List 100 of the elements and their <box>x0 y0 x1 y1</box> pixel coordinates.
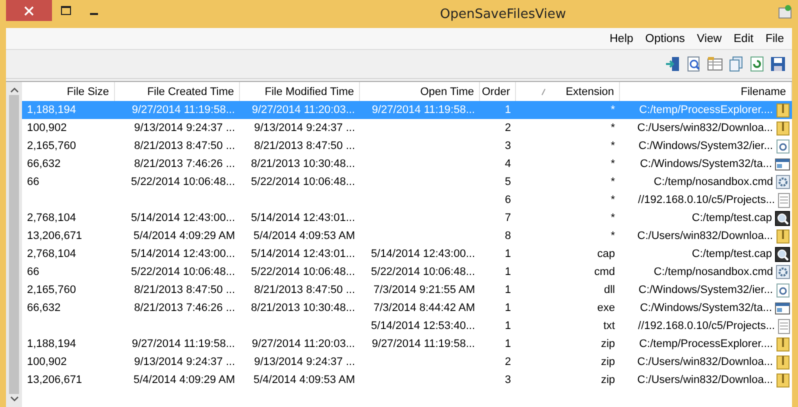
zip-folder-icon <box>776 102 790 118</box>
table-cell: 1 <box>504 104 511 116</box>
table-cell: 5/22/2014 10:06:48... <box>131 176 235 188</box>
table-cell: C:/Windows/System32/ta... <box>640 302 772 314</box>
menu-item[interactable]: Options <box>645 31 685 49</box>
table-cell: 1 <box>504 320 511 332</box>
table-cell: 5/4/2014 4:09:29 AM <box>133 230 235 242</box>
table-cell: * <box>610 194 615 206</box>
table-cell: 8/21/2013 8:47:50 ... <box>134 284 235 296</box>
table-cell: C:/temp/ProcessExplorer.... <box>639 104 773 116</box>
scroll-up-icon[interactable] <box>10 87 18 93</box>
table-cell: 100,902 <box>27 122 67 134</box>
table-cell: 5/22/2014 10:06:48... <box>251 266 355 278</box>
table-cell: zip <box>600 338 615 350</box>
table-cell: 9/27/2014 11:20:03... <box>252 338 355 350</box>
table-cell: 5/14/2014 12:43:00... <box>131 248 235 260</box>
table-cell: txt <box>603 320 615 332</box>
exit-icon[interactable] <box>665 56 681 72</box>
table-cell: 5/22/2014 10:06:48... <box>251 176 355 188</box>
close-button[interactable] <box>6 0 52 21</box>
menu-item[interactable]: Help <box>610 31 634 49</box>
table-cell: 1,188,194 <box>27 104 76 116</box>
table-cell: 1 <box>504 302 511 314</box>
table-cell: * <box>610 104 615 116</box>
table-cell: 4 <box>504 158 511 170</box>
table-cell: 66,632 <box>27 302 61 314</box>
app-icon <box>778 5 792 19</box>
table-cell: 5 <box>504 176 511 188</box>
table-cell: 8/21/2013 8:47:50 ... <box>134 140 235 152</box>
table-cell: 66,632 <box>27 158 61 170</box>
zip-folder-icon <box>776 336 790 352</box>
table-cell: //192.168.0.10/c5/Projects... <box>638 194 775 206</box>
table-cell: dll <box>604 284 615 296</box>
zip-folder-icon <box>776 120 790 136</box>
table-cell: * <box>610 158 615 170</box>
table-cell: 5/14/2014 12:53:40... <box>371 320 475 332</box>
table-cell: 5/14/2014 12:43:00... <box>371 248 475 260</box>
text-document-icon <box>778 192 790 208</box>
zip-folder-icon <box>776 228 790 244</box>
window-icon <box>775 302 790 314</box>
table-cell: 9/27/2014 11:19:58... <box>132 338 235 350</box>
table-cell: C:/Windows/System32/ta... <box>640 158 772 170</box>
table-cell: 9/13/2014 9:24:37 ... <box>254 122 355 134</box>
table-cell: 8/21/2013 8:47:50 ... <box>254 284 355 296</box>
menu-item[interactable]: File <box>765 31 784 49</box>
table-cell: * <box>610 212 615 224</box>
table-cell: 8/21/2013 8:47:50 ... <box>254 140 355 152</box>
save-icon[interactable] <box>770 56 786 72</box>
menu-item[interactable]: Edit <box>734 31 754 49</box>
search-icon[interactable] <box>686 56 702 72</box>
table-cell: C:/Users/win832/Downloa... <box>637 356 773 368</box>
table-cell: * <box>610 122 615 134</box>
copy-icon[interactable] <box>728 56 744 72</box>
scroll-down-icon[interactable] <box>10 396 18 402</box>
table-cell: 8/21/2013 7:46:26 ... <box>134 158 235 170</box>
table-cell: C:/temp/nosandbox.cmd <box>654 266 773 278</box>
minimize-icon <box>90 12 98 14</box>
table-cell: C:/temp/nosandbox.cmd <box>654 176 773 188</box>
menu-item[interactable]: View <box>696 31 722 49</box>
table-cell: 1 <box>504 338 511 350</box>
table-icon[interactable] <box>707 56 723 72</box>
table-cell: 9/27/2014 11:20:03... <box>252 104 355 116</box>
table-cell: 5/4/2014 4:09:53 AM <box>253 230 355 242</box>
gear-icon <box>776 265 790 279</box>
table-cell: 1,188,194 <box>27 338 76 350</box>
table-cell: 13,206,671 <box>27 230 82 242</box>
table-cell: 9/13/2014 9:24:37 ... <box>134 122 235 134</box>
maximize-icon <box>61 6 71 15</box>
vertical-scrollbar[interactable] <box>6 82 22 407</box>
table-cell: 6 <box>504 194 511 206</box>
table-cell: 8 <box>504 230 511 242</box>
table-cell: 2 <box>504 356 511 368</box>
table-cell: 5/14/2014 12:43:01... <box>251 248 355 260</box>
refresh-icon[interactable] <box>749 56 765 72</box>
table-cell: 2,165,760 <box>27 140 76 152</box>
table-cell: 2 <box>504 122 511 134</box>
table-cell: 9/27/2014 11:19:58... <box>372 338 475 350</box>
table-cell: C:/temp/test.cap <box>692 248 772 260</box>
table-cell: 2,165,760 <box>27 284 76 296</box>
table-cell: 5/4/2014 4:09:53 AM <box>253 374 355 386</box>
gear-icon <box>776 175 790 189</box>
table-cell: 5/14/2014 12:43:00... <box>131 212 235 224</box>
table-cell: zip <box>600 356 615 368</box>
table-cell: C:/Users/win832/Downloa... <box>637 230 773 242</box>
table-cell: 7 <box>504 212 511 224</box>
table-cell: exe <box>597 302 615 314</box>
text-document-icon <box>778 318 790 334</box>
table-cell: 1 <box>504 284 511 296</box>
zip-folder-icon <box>776 354 790 370</box>
table-cell: 7/3/2014 9:21:55 AM <box>373 284 475 296</box>
table-cell: 7/3/2014 8:44:42 AM <box>373 302 475 314</box>
table-cell: //192.168.0.10/c5/Projects... <box>638 320 775 332</box>
table-cell: cap <box>597 248 615 260</box>
table-cell: 2,768,104 <box>27 248 76 260</box>
magnifier-screen-icon <box>775 210 790 226</box>
table-cell: cmd <box>594 266 615 278</box>
table-cell: 5/22/2014 10:06:48... <box>371 266 475 278</box>
table-cell: 66 <box>27 266 40 278</box>
table-cell: 9/27/2014 11:19:58... <box>372 104 475 116</box>
scrollbar-thumb[interactable] <box>9 95 19 394</box>
